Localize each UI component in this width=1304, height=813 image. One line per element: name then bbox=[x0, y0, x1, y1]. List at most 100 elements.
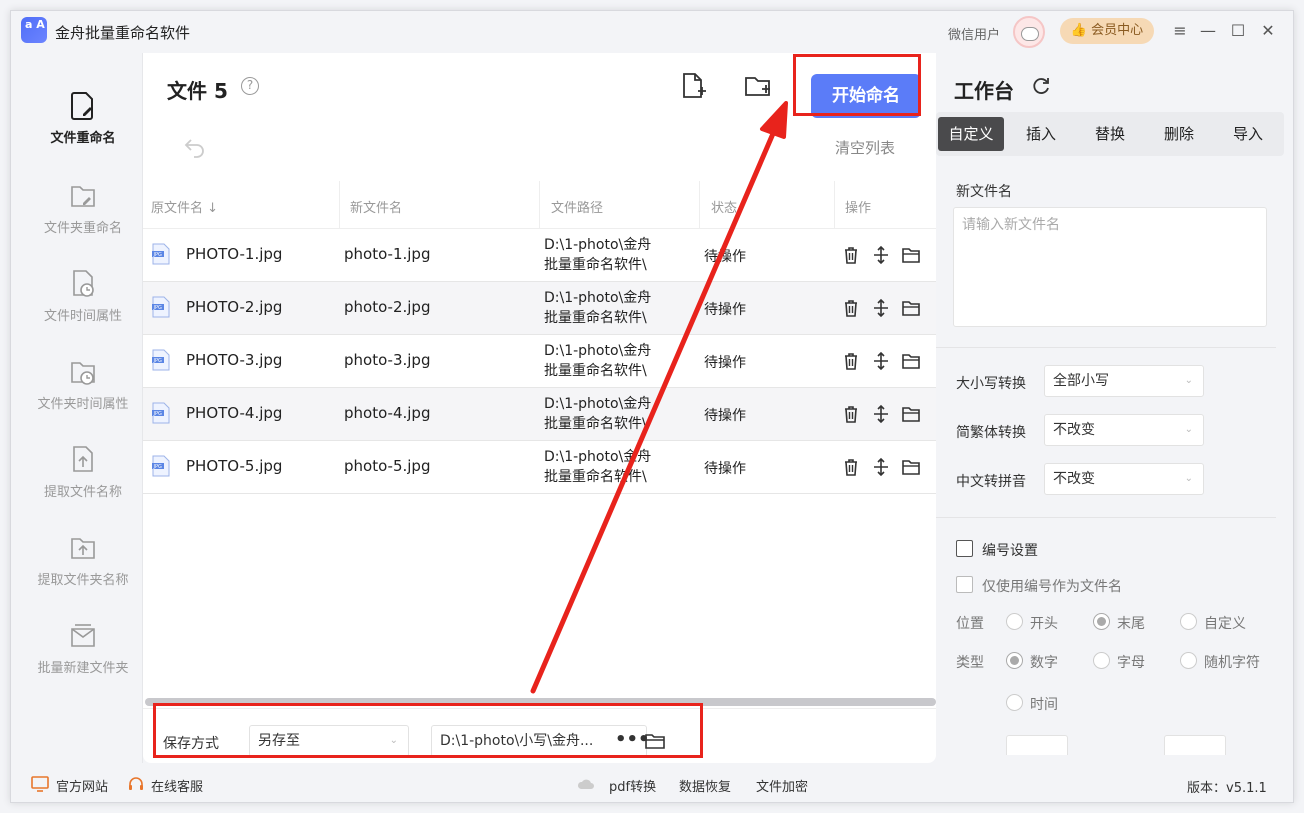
type-radio-number[interactable] bbox=[1006, 652, 1023, 669]
jpg-file-icon: JPG bbox=[152, 296, 170, 318]
add-file-icon[interactable] bbox=[678, 71, 708, 101]
position-label: 位置 bbox=[956, 616, 984, 632]
cloud-icon bbox=[577, 779, 594, 789]
folder-icon bbox=[902, 407, 920, 422]
folder-icon bbox=[902, 460, 920, 475]
column-divider bbox=[699, 181, 700, 229]
more-icon[interactable]: ••• bbox=[615, 725, 650, 757]
file-encrypt-link[interactable]: 文件加密 bbox=[756, 776, 808, 795]
tab-import[interactable]: 导入 bbox=[1215, 117, 1281, 151]
sidebar-item-batch-new-folder[interactable]: 批量新建文件夹 bbox=[23, 621, 143, 701]
sidebar-item-extract-folder-name[interactable]: 提取文件夹名称 bbox=[23, 533, 143, 613]
sidebar-item-file-rename[interactable]: 文件重命名 bbox=[23, 91, 143, 171]
table-row[interactable]: JPG PHOTO-1.jpg photo-1.jpg D:\1-photo\金舟 批量… bbox=[143, 229, 936, 282]
minimize-icon[interactable]: — bbox=[1197, 20, 1219, 42]
custom-settings: 新文件名 请输入新文件名 大小写转换 全部小写 ⌄ 简繁体转换 不改变 ⌄ 中文… bbox=[936, 163, 1284, 755]
sidebar-item-file-time[interactable]: 文件时间属性 bbox=[23, 269, 143, 349]
clear-list-link[interactable]: 清空列表 bbox=[835, 137, 895, 158]
move-row-button[interactable] bbox=[871, 351, 891, 371]
delete-row-button[interactable] bbox=[841, 298, 861, 318]
delete-row-button[interactable] bbox=[841, 404, 861, 424]
table-row[interactable]: JPG PHOTO-5.jpg photo-5.jpg D:\1-photo\金舟 批量… bbox=[143, 441, 936, 494]
path-line: 批量重命名软件\ bbox=[544, 310, 647, 326]
divider bbox=[936, 347, 1276, 348]
tab-replace[interactable]: 替换 bbox=[1077, 117, 1143, 151]
undo-icon[interactable] bbox=[183, 135, 207, 159]
folder-icon bbox=[902, 301, 920, 316]
delete-row-button[interactable] bbox=[841, 457, 861, 477]
start-rename-button[interactable]: 开始命名 bbox=[811, 74, 921, 118]
folder-edit-icon bbox=[71, 186, 95, 207]
open-folder-button[interactable] bbox=[901, 457, 921, 477]
numbering-checkbox[interactable] bbox=[956, 540, 973, 557]
delete-icon bbox=[845, 459, 857, 476]
type-radio-letter[interactable] bbox=[1093, 652, 1110, 669]
status-cell: 待操作 bbox=[704, 461, 746, 477]
avatar[interactable] bbox=[1013, 16, 1045, 48]
jpg-file-icon: JPG bbox=[152, 349, 170, 371]
delete-icon bbox=[845, 353, 857, 370]
tab-delete[interactable]: 删除 bbox=[1146, 117, 1212, 151]
chevron-down-icon: ⌄ bbox=[1184, 473, 1193, 484]
add-folder-icon[interactable] bbox=[743, 71, 773, 101]
open-folder-button[interactable] bbox=[901, 404, 921, 424]
type-radio-random[interactable] bbox=[1180, 652, 1197, 669]
jpg-file-icon: JPG bbox=[152, 243, 170, 265]
move-row-button[interactable] bbox=[871, 404, 891, 424]
table-row[interactable]: JPG PHOTO-2.jpg photo-2.jpg D:\1-photo\金舟 批量… bbox=[143, 282, 936, 335]
folder-icon bbox=[902, 248, 920, 263]
official-website-link[interactable]: 官方网站 bbox=[56, 776, 108, 795]
sidebar-item-extract-file-name[interactable]: 提取文件名称 bbox=[23, 445, 143, 525]
pinyin-select[interactable]: 不改变 ⌄ bbox=[1044, 463, 1204, 495]
open-folder-icon[interactable] bbox=[645, 732, 665, 750]
menu-icon[interactable]: ≡ bbox=[1169, 20, 1191, 42]
tab-insert[interactable]: 插入 bbox=[1008, 117, 1074, 151]
move-row-button[interactable] bbox=[871, 298, 891, 318]
tab-custom[interactable]: 自定义 bbox=[938, 117, 1004, 151]
delete-row-button[interactable] bbox=[841, 245, 861, 265]
user-name[interactable]: 微信用户 bbox=[948, 24, 1000, 43]
close-icon[interactable]: ✕ bbox=[1257, 20, 1279, 42]
refresh-icon[interactable] bbox=[1030, 75, 1052, 97]
sidebar-item-folder-rename[interactable]: 文件夹重命名 bbox=[23, 181, 143, 261]
path-cell: D:\1-photo\金舟 批量重命名软件\ bbox=[544, 235, 651, 275]
column-original-name[interactable]: 原文件名 ↓ bbox=[151, 197, 218, 216]
horizontal-scrollbar[interactable] bbox=[145, 698, 936, 706]
data-recovery-link[interactable]: 数据恢复 bbox=[679, 776, 731, 795]
original-name-cell: PHOTO-1.jpg bbox=[186, 245, 283, 263]
online-service-link[interactable]: 在线客服 bbox=[151, 776, 203, 795]
column-divider bbox=[834, 181, 835, 229]
save-mode-select[interactable]: 另存至 ⌄ bbox=[249, 725, 409, 757]
new-name-input[interactable]: 请输入新文件名 bbox=[953, 207, 1267, 327]
type-radio-time[interactable] bbox=[1006, 694, 1023, 711]
app-logo-icon: a A bbox=[21, 17, 47, 43]
move-row-button[interactable] bbox=[871, 245, 891, 265]
table-row[interactable]: JPG PHOTO-3.jpg photo-3.jpg D:\1-photo\金舟 批量… bbox=[143, 335, 936, 388]
pdf-convert-link[interactable]: pdf转换 bbox=[609, 776, 656, 795]
move-icon bbox=[874, 351, 888, 371]
table-row[interactable]: JPG PHOTO-4.jpg photo-4.jpg D:\1-photo\金舟 批量… bbox=[143, 388, 936, 441]
case-select[interactable]: 全部小写 ⌄ bbox=[1044, 365, 1204, 397]
help-icon[interactable]: ? bbox=[241, 77, 259, 95]
svg-text:JPG: JPG bbox=[153, 305, 162, 311]
svg-text:JPG: JPG bbox=[153, 464, 162, 470]
position-radio-custom[interactable] bbox=[1180, 613, 1197, 630]
position-radio-start[interactable] bbox=[1006, 613, 1023, 630]
position-radio-end[interactable] bbox=[1093, 613, 1110, 630]
workspace-panel: 工作台 自定义 插入 替换 删除 导入 新文件名 请输入新文件名 大小写转换 全… bbox=[936, 53, 1295, 763]
sidebar-item-folder-time[interactable]: 文件夹时间属性 bbox=[23, 357, 143, 437]
open-folder-button[interactable] bbox=[901, 351, 921, 371]
only-number-checkbox[interactable] bbox=[956, 576, 973, 593]
maximize-icon[interactable]: ☐ bbox=[1227, 20, 1249, 42]
step-number-stepper[interactable] bbox=[1164, 735, 1226, 755]
open-folder-button[interactable] bbox=[901, 298, 921, 318]
open-folder-button[interactable] bbox=[901, 245, 921, 265]
move-row-button[interactable] bbox=[871, 457, 891, 477]
original-name-cell: PHOTO-2.jpg bbox=[186, 298, 283, 316]
vip-center-button[interactable]: 👍 会员中心 bbox=[1060, 18, 1154, 44]
file-count: 5 bbox=[213, 79, 228, 103]
move-icon bbox=[874, 245, 888, 265]
simplified-traditional-select[interactable]: 不改变 ⌄ bbox=[1044, 414, 1204, 446]
start-number-stepper[interactable] bbox=[1006, 735, 1068, 755]
delete-row-button[interactable] bbox=[841, 351, 861, 371]
